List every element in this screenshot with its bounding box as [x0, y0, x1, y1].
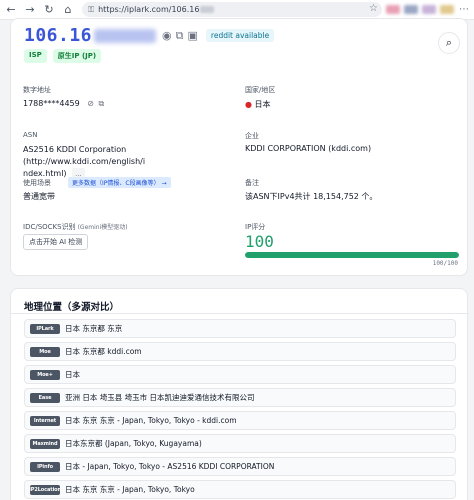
geo-location: 日本东京都 (Japan, Tokyo, Kugayama): [65, 439, 202, 448]
geo-location: 日本 东京 东京 - Japan, Tokyo, Tokyo: [65, 485, 195, 494]
country-value: ● 日本: [245, 99, 271, 110]
more-data-link[interactable]: 更多数据（IP情报、C段画像等） →: [68, 177, 171, 188]
geo-row: Internet 日本 东京 东京 - Japan, Tokyo, Tokyo -…: [24, 411, 456, 430]
geo-location: 亚洲 日本 埼玉县 埼玉市 日本凯迪迪爱通信技术有限公司: [65, 393, 255, 402]
geo-location: 日本 东京 东京 - Japan, Tokyo, Tokyo - kddi.co…: [65, 416, 237, 425]
redacted-url: [200, 6, 215, 13]
country-label: 国家/地区: [245, 86, 276, 94]
tag-native-ip: 原生IP (JP): [52, 49, 102, 63]
country-name: 日本: [254, 100, 271, 109]
ip-address-row: 106.16 ◉ ⧉ ▣ reddit available: [24, 25, 275, 46]
extension-icon[interactable]: [404, 5, 418, 14]
copy-icon[interactable]: ⧉: [176, 29, 184, 43]
hide-icon[interactable]: ⊘: [87, 99, 94, 108]
japan-flag-icon: ●: [245, 100, 252, 109]
tag-isp: ISP: [24, 49, 47, 63]
geo-list: IPLark 日本 东京都 东京 Moe 日本 东京都 kddi.com Moe+ 日…: [24, 319, 456, 500]
ai-detect-button[interactable]: 点击开始 AI 检测: [23, 234, 89, 250]
asn-value-line1: AS2516 KDDI Corporation (http://www.kddi…: [23, 145, 146, 166]
score-bar-fill: [245, 252, 459, 258]
ip-score: 100: [245, 232, 274, 251]
address-bar[interactable]: ⚿ https://iplark.com/106.16 ☆: [82, 2, 382, 17]
geo-row: Ease 亚洲 日本 埼玉县 埼玉市 日本凯迪迪爱通信技术有限公司: [24, 388, 456, 407]
search-button[interactable]: ⌕: [438, 32, 460, 54]
geo-row: IPinfo 日本 - Japan, Tokyo, Tokyo - AS2516 …: [24, 457, 456, 476]
number-label: 数字地址: [23, 86, 51, 94]
remark-label: 备注: [245, 179, 259, 187]
source-badge: Internet: [30, 415, 60, 426]
home-icon[interactable]: ⌂: [60, 2, 76, 18]
asn-value: AS2516 KDDI Corporation (http://www.kddi…: [23, 144, 233, 180]
asn-label: ASN: [23, 131, 38, 139]
geo-title: 地理位置（多源对比）: [24, 302, 120, 313]
source-badge: Maxmind: [30, 438, 60, 449]
ip-info-card: 106.16 ◉ ⧉ ▣ reddit available ISP 原生IP (…: [10, 18, 468, 276]
number-value-text: 1788****4459: [23, 99, 80, 108]
search-icon: ⌕: [445, 36, 453, 49]
reload-icon[interactable]: ↻: [41, 2, 57, 18]
geo-card: 地理位置（多源对比） IPLark 日本 东京都 东京 Moe 日本 东京都 kdd…: [10, 288, 468, 500]
eye-icon[interactable]: ◉: [162, 29, 172, 42]
source-badge: IPinfo: [30, 461, 60, 472]
redacted-ip: [94, 28, 157, 43]
usage-label: 使用场景: [23, 179, 51, 187]
extension-icon[interactable]: [386, 5, 400, 14]
source-badge: Moe: [30, 346, 60, 357]
geo-location: 日本 - Japan, Tokyo, Tokyo - AS2516 KDDI C…: [65, 462, 275, 471]
forward-icon[interactable]: →: [22, 2, 38, 18]
idc-label: IDC/SOCKS识别 (Gemini模型驱动): [23, 222, 128, 232]
geo-row: Moe 日本 东京都 kddi.com: [24, 342, 456, 361]
score-bar: [245, 252, 459, 258]
gemini-note: (Gemini模型驱动): [77, 224, 128, 231]
extension-icon[interactable]: [440, 5, 454, 14]
extension-icon[interactable]: [422, 5, 436, 14]
address-url: https://iplark.com/106.16: [98, 5, 200, 14]
ip-tags: ISP 原生IP (JP): [24, 49, 107, 63]
source-badge: IP2Location: [29, 484, 61, 495]
star-icon[interactable]: ☆: [369, 3, 378, 14]
source-badge: Ease: [30, 392, 60, 403]
reddit-badge: reddit available: [205, 29, 275, 42]
geo-row: IP2Location 日本 东京 东京 - Japan, Tokyo, Toky…: [24, 480, 456, 499]
idc-label-text: IDC/SOCKS识别: [23, 223, 76, 231]
geo-row: Maxmind 日本东京都 (Japan, Tokyo, Kugayama): [24, 434, 456, 453]
divider: [11, 313, 467, 314]
score-max: 100/100: [432, 260, 458, 267]
back-icon[interactable]: ←: [3, 2, 19, 18]
number-value: 1788****4459 ⊘ ⧉: [23, 99, 104, 109]
browser-toolbar: ← → ↻ ⌂ ⚿ https://iplark.com/106.16 ☆ ⋯: [0, 0, 474, 20]
copy-icon[interactable]: ⧉: [99, 99, 105, 108]
remark-value: 该ASN下IPv4共计 18,154,752 个。: [245, 192, 378, 201]
source-badge: Moe+: [30, 369, 60, 380]
geo-row: IPLark 日本 东京都 东京: [24, 319, 456, 338]
ip-address: 106.16: [24, 25, 93, 46]
camera-icon[interactable]: ▣: [188, 29, 198, 42]
usage-value: 普通宽带: [23, 192, 55, 201]
menu-icon[interactable]: ⋯: [459, 4, 469, 15]
geo-location: 日本: [65, 370, 80, 379]
source-badge: IPLark: [30, 323, 60, 334]
geo-location: 日本 东京都 东京: [65, 324, 123, 333]
org-label: 企业: [245, 132, 259, 140]
score-label: IP评分: [245, 223, 266, 231]
asn-value-line2: ndex.html): [23, 169, 67, 178]
lock-icon: ⚿: [88, 4, 95, 14]
org-value: KDDI CORPORATION (kddi.com): [245, 144, 372, 153]
geo-row: Moe+ 日本: [24, 365, 456, 384]
geo-location: 日本 东京都 kddi.com: [65, 347, 142, 356]
